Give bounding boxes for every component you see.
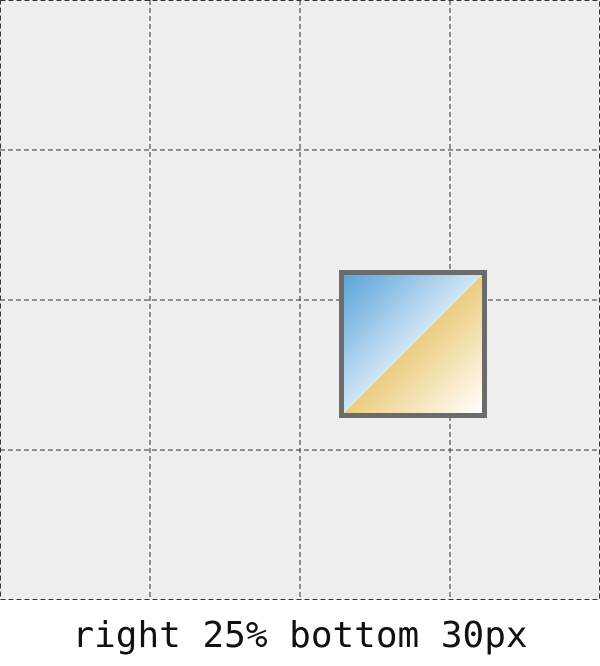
positioning-stage xyxy=(0,0,600,600)
dashed-grid xyxy=(0,0,600,600)
diagonal-gradient-image xyxy=(344,275,482,413)
positioned-image-box xyxy=(339,270,487,418)
position-caption: right 25% bottom 30px xyxy=(72,615,528,656)
